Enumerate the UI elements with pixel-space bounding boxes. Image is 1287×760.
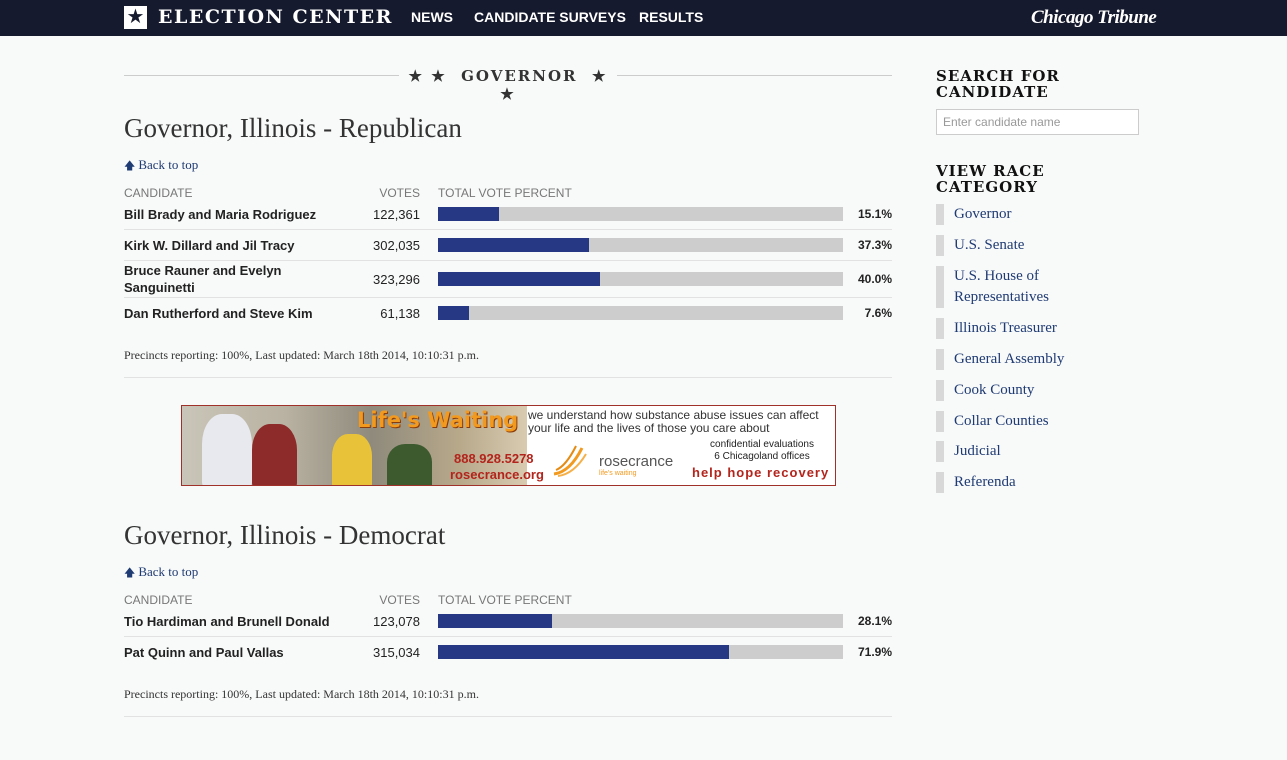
category-illinois-treasurer[interactable]: Illinois Treasurer (936, 318, 1136, 339)
vote-bar-fill (438, 614, 552, 628)
vote-bar (438, 306, 843, 320)
logo-text: ELECTION CENTER (158, 6, 393, 28)
candidate-name: Tio Hardiman and Brunell Donald (124, 614, 330, 629)
back-to-top-label: Back to top (138, 157, 199, 172)
section-title-text: GOVERNOR (461, 67, 578, 85)
vote-bar (438, 645, 843, 659)
candidate-search-input[interactable] (936, 109, 1139, 135)
vote-count: 302,035 (373, 238, 420, 253)
category-collar-counties[interactable]: Collar Counties (936, 411, 1136, 432)
race-title: Governor, Illinois - Republican (124, 113, 462, 143)
nav-candidate-surveys[interactable]: CANDIDATE SURVEYS (474, 9, 626, 25)
category-us-senate[interactable]: U.S. Senate (936, 235, 1136, 256)
nav-news[interactable]: NEWS (411, 9, 453, 25)
ad-figure (202, 414, 252, 485)
ad-figure (387, 444, 432, 485)
column-header-candidate: CANDIDATE (124, 593, 193, 607)
section-rule-right (617, 75, 892, 76)
top-nav: ★ ELECTION CENTER NEWS CANDIDATE SURVEYS… (0, 0, 1287, 36)
vote-count: 61,138 (380, 306, 420, 321)
election-center-logo[interactable]: ★ ELECTION CENTER (124, 5, 393, 29)
chicago-tribune-logo[interactable]: Chicago Tribune (1031, 7, 1157, 29)
race-title: Governor, Illinois - Democrat (124, 520, 446, 550)
precincts-reporting: Precincts reporting: 100%, Last updated:… (124, 348, 479, 362)
nav-results[interactable]: RESULTS (639, 9, 703, 25)
arrow-up-icon: 🡅 (124, 566, 136, 579)
vote-percent: 71.9% (857, 645, 892, 659)
back-to-top-label: Back to top (138, 564, 199, 579)
ad-url: rosecrance.org (450, 467, 544, 482)
vote-bar (438, 272, 843, 286)
row-divider (124, 636, 892, 637)
vote-percent: 28.1% (857, 614, 892, 628)
ad-copy: we understand how substance abuse issues… (528, 408, 819, 435)
vote-bar (438, 207, 843, 221)
vote-count: 123,078 (373, 614, 420, 629)
column-header-candidate: CANDIDATE (124, 186, 193, 200)
vote-count: 323,296 (373, 272, 420, 287)
vote-bar-fill (438, 645, 730, 659)
section-rule-left (124, 75, 399, 76)
ad-tagline: life's waiting (599, 470, 637, 477)
vote-percent: 7.6% (864, 306, 892, 320)
candidate-name: Bill Brady and Maria Rodriguez (124, 207, 317, 222)
column-header-votes: VOTES (379, 593, 420, 607)
vote-count: 315,034 (373, 645, 420, 660)
category-us-house[interactable]: U.S. House of Representatives (936, 266, 1136, 308)
vote-count: 122,361 (373, 207, 420, 222)
ad-figure (332, 434, 372, 485)
ad-confidential: confidential evaluations 6 Chicagoland o… (682, 439, 835, 463)
category-referenda[interactable]: Referenda (936, 472, 1136, 493)
candidate-name: Kirk W. Dillard and Jil Tracy (124, 238, 295, 253)
vote-bar (438, 238, 843, 252)
advertisement-banner[interactable]: Life's Waiting 888.928.5278 rosecrance.o… (181, 405, 836, 486)
candidate-name: Pat Quinn and Paul Vallas (124, 645, 284, 660)
back-to-top-link[interactable]: 🡅 Back to top (124, 157, 198, 176)
rosecrance-logo-icon (553, 445, 587, 477)
ad-offices-line: 6 Chicagoland offices (714, 451, 810, 462)
column-header-percent: TOTAL VOTE PERCENT (438, 186, 572, 200)
category-general-assembly[interactable]: General Assembly (936, 349, 1136, 370)
vote-percent: 40.0% (857, 272, 892, 286)
row-divider (124, 297, 892, 298)
search-title: SEARCH FOR CANDIDATE (936, 67, 1060, 101)
category-cook-county[interactable]: Cook County (936, 380, 1136, 401)
category-judicial[interactable]: Judicial (936, 441, 1136, 462)
ad-phone: 888.928.5278 (454, 451, 534, 466)
vote-bar-fill (438, 238, 590, 252)
race-divider (124, 716, 892, 717)
vote-percent: 15.1% (857, 207, 892, 221)
precincts-reporting: Precincts reporting: 100%, Last updated:… (124, 687, 479, 701)
back-to-top-link[interactable]: 🡅 Back to top (124, 564, 198, 583)
vote-bar (438, 614, 843, 628)
ad-brand: rosecrance (599, 453, 674, 470)
ad-figure (252, 424, 297, 485)
ad-slogan: help hope recovery (692, 465, 830, 480)
section-title: ★ ★ GOVERNOR ★ ★ (400, 67, 616, 103)
vote-bar-fill (438, 272, 600, 286)
category-title: VIEW RACE CATEGORY (936, 162, 1045, 196)
star-icon: ★ ★ (408, 67, 447, 85)
candidate-name: Bruce Rauner and Evelyn Sanguinetti (124, 263, 282, 295)
column-header-votes: VOTES (379, 186, 420, 200)
row-divider (124, 229, 892, 230)
row-divider (124, 260, 892, 261)
candidate-name: Dan Rutherford and Steve Kim (124, 306, 313, 321)
star-icon: ★ (124, 5, 147, 29)
vote-percent: 37.3% (857, 238, 892, 252)
column-header-percent: TOTAL VOTE PERCENT (438, 593, 572, 607)
vote-bar-fill (438, 207, 500, 221)
ad-headline: Life's Waiting (357, 408, 519, 432)
race-divider (124, 377, 892, 378)
ad-confidential-line: confidential evaluations (710, 439, 814, 450)
category-governor[interactable]: Governor (936, 204, 1136, 225)
arrow-up-icon: 🡅 (124, 159, 136, 172)
vote-bar-fill (438, 306, 469, 320)
